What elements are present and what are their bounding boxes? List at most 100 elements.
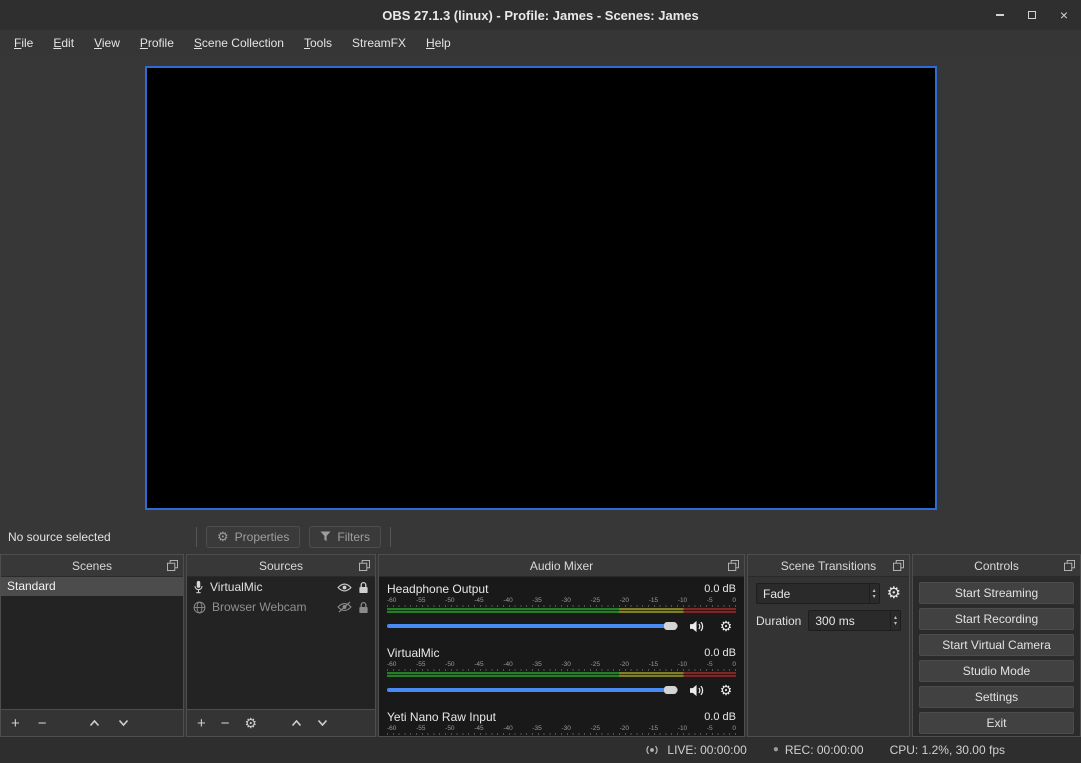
broadcast-icon <box>643 744 661 756</box>
menu-edit[interactable]: Edit <box>43 32 84 54</box>
start-virtual-camera-button[interactable]: Start Virtual Camera <box>919 634 1074 656</box>
popout-icon[interactable] <box>167 560 178 571</box>
popout-icon[interactable] <box>359 560 370 571</box>
filters-icon <box>320 531 331 542</box>
performance-stats: CPU: 1.2%, 30.00 fps <box>890 743 1005 757</box>
toolbar-separator <box>390 527 391 547</box>
status-bar: LIVE: 00:00:00 ● REC: 00:00:00 CPU: 1.2%… <box>0 737 1081 763</box>
preview-canvas[interactable] <box>145 66 937 510</box>
menu-scene-collection[interactable]: Scene Collection <box>184 32 294 54</box>
visibility-eye-icon[interactable] <box>337 582 352 593</box>
transition-properties-button[interactable]: ⚙ <box>887 586 901 602</box>
duration-spinner[interactable]: ▴ ▾ <box>890 611 900 630</box>
channel-level: 0.0 dB <box>704 583 736 595</box>
start-streaming-button[interactable]: Start Streaming <box>919 582 1074 604</box>
scene-item[interactable]: Standard <box>1 577 183 596</box>
source-down-button[interactable] <box>317 719 328 727</box>
menu-view[interactable]: View <box>84 32 130 54</box>
popout-icon[interactable] <box>728 560 739 571</box>
menu-profile[interactable]: Profile <box>130 32 184 54</box>
channel-settings-button[interactable]: ⚙ <box>716 682 736 699</box>
source-row[interactable]: VirtualMic <box>187 577 375 597</box>
popout-icon[interactable] <box>893 560 904 571</box>
live-status: LIVE: 00:00:00 <box>643 743 746 757</box>
mute-button[interactable] <box>687 620 707 633</box>
close-icon: × <box>1060 8 1068 22</box>
menu-bar: File Edit View Profile Scene Collection … <box>0 30 1081 56</box>
window-title: OBS 27.1.3 (linux) - Profile: James - Sc… <box>382 8 698 23</box>
channel-settings-button[interactable]: ⚙ <box>716 618 736 635</box>
scene-up-button[interactable] <box>89 719 100 727</box>
source-name: VirtualMic <box>210 580 331 594</box>
exit-button[interactable]: Exit <box>919 712 1074 734</box>
scene-transitions-title: Scene Transitions <box>781 559 876 573</box>
volume-slider[interactable] <box>387 624 678 628</box>
audio-mixer-header: Audio Mixer <box>379 555 744 577</box>
menu-tools[interactable]: Tools <box>294 32 342 54</box>
transition-selected-value: Fade <box>763 587 790 601</box>
audio-mixer-body: Headphone Output 0.0 dB -60-55-50-45-40-… <box>379 577 744 736</box>
sources-panel-title: Sources <box>259 559 303 573</box>
slider-handle[interactable] <box>664 622 677 630</box>
menu-file[interactable]: File <box>4 32 43 54</box>
scenes-toolbar: + − <box>1 709 183 736</box>
volume-meter <box>387 608 736 613</box>
mic-icon <box>193 580 204 594</box>
source-row[interactable]: Browser Webcam <box>187 597 375 617</box>
lock-icon[interactable] <box>358 601 369 614</box>
no-source-label: No source selected <box>0 530 196 544</box>
db-ticks <box>387 733 736 735</box>
gear-icon: ⚙ <box>720 618 733 635</box>
close-button[interactable]: × <box>1055 4 1073 26</box>
slider-handle[interactable] <box>664 686 677 694</box>
lock-icon[interactable] <box>358 581 369 594</box>
duration-label: Duration <box>756 614 801 628</box>
scenes-panel-title: Scenes <box>72 559 112 573</box>
live-time: LIVE: 00:00:00 <box>667 743 746 757</box>
visibility-eye-slash-icon[interactable] <box>337 601 352 613</box>
maximize-button[interactable] <box>1023 4 1041 26</box>
scene-transitions-panel: Scene Transitions Fade ▴ ▾ ⚙ Duration 30… <box>747 554 910 737</box>
audio-mixer-title: Audio Mixer <box>530 559 593 573</box>
sources-toolbar: + − ⚙ <box>187 709 375 736</box>
start-recording-button[interactable]: Start Recording <box>919 608 1074 630</box>
transition-select[interactable]: Fade ▴ ▾ <box>756 583 880 604</box>
channel-level: 0.0 dB <box>704 711 736 723</box>
combo-spinner[interactable]: ▴ ▾ <box>869 584 879 603</box>
filters-button[interactable]: Filters <box>309 526 381 548</box>
duration-spinbox[interactable]: 300 ms ▴ ▾ <box>808 610 901 631</box>
record-dot-icon: ● <box>773 745 779 755</box>
channel-level: 0.0 dB <box>704 647 736 659</box>
popout-icon[interactable] <box>1064 560 1075 571</box>
mute-button[interactable] <box>687 684 707 697</box>
gear-icon: ⚙ <box>217 530 229 543</box>
settings-button[interactable]: Settings <box>919 686 1074 708</box>
add-source-button[interactable]: + <box>197 716 206 731</box>
studio-mode-button[interactable]: Studio Mode <box>919 660 1074 682</box>
volume-meter <box>387 672 736 677</box>
properties-button-label: Properties <box>235 530 290 544</box>
properties-button[interactable]: ⚙ Properties <box>206 526 300 548</box>
channel-name: Yeti Nano Raw Input <box>387 710 496 724</box>
scene-transitions-header: Scene Transitions <box>748 555 909 577</box>
add-scene-button[interactable]: + <box>11 716 20 731</box>
remove-source-button[interactable]: − <box>221 716 230 731</box>
channel-name: Headphone Output <box>387 582 488 596</box>
scene-transitions-body: Fade ▴ ▾ ⚙ Duration 300 ms ▴ ▾ <box>748 577 909 736</box>
minimize-button[interactable] <box>991 4 1009 26</box>
mixer-channel: VirtualMic 0.0 dB -60-55-50-45-40-35-30-… <box>379 641 744 705</box>
scene-down-button[interactable] <box>118 719 129 727</box>
volume-slider[interactable] <box>387 688 678 692</box>
filters-button-label: Filters <box>337 530 370 544</box>
db-ticks <box>387 669 736 671</box>
controls-panel-header: Controls <box>913 555 1080 577</box>
db-scale: -60-55-50-45-40-35-30-25-20-15-10-50 <box>387 597 736 605</box>
remove-scene-button[interactable]: − <box>38 716 47 731</box>
source-up-button[interactable] <box>291 719 302 727</box>
menu-help[interactable]: Help <box>416 32 461 54</box>
menu-streamfx[interactable]: StreamFX <box>342 32 416 54</box>
minimize-icon <box>996 14 1004 16</box>
rec-time: REC: 00:00:00 <box>785 743 864 757</box>
source-properties-button[interactable]: ⚙ <box>245 716 258 731</box>
mixer-channel: Yeti Nano Raw Input 0.0 dB -60-55-50-45-… <box>379 705 744 736</box>
